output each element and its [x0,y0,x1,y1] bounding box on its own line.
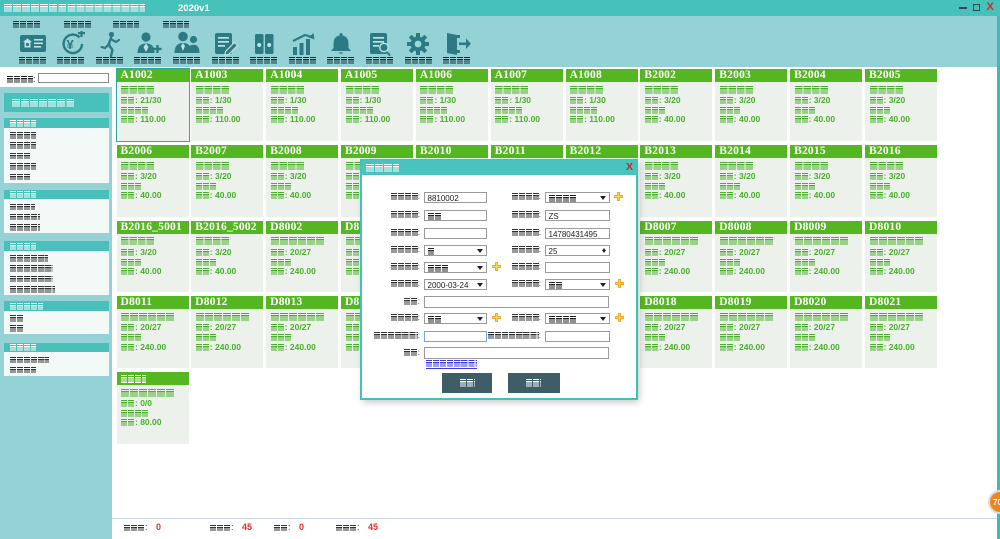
svg-text:¥: ¥ [67,37,75,52]
